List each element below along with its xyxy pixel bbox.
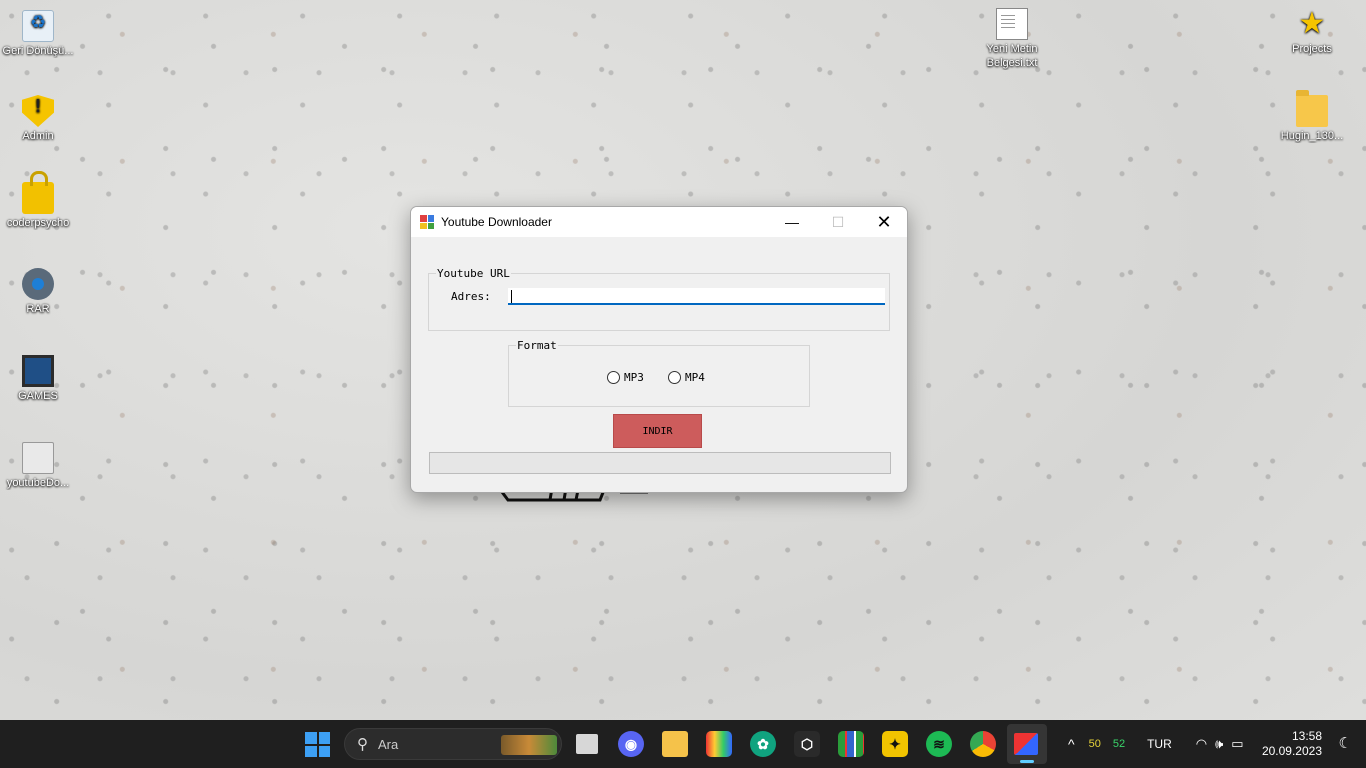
gear-icon (22, 268, 54, 300)
url-groupbox: Youtube URL Adres: (428, 267, 890, 331)
desktop-icon-text-document[interactable]: Yeni Metin Belgesi.txt (974, 8, 1050, 70)
desktop-icon-youtube-downloader[interactable]: youtubeDo... (0, 442, 76, 490)
mp4-label: MP4 (685, 371, 705, 384)
focus-moon-icon[interactable]: ☾ (1339, 734, 1352, 752)
app-icon (420, 215, 434, 229)
format-groupbox-legend: Format (516, 339, 558, 352)
clock-time: 13:58 (1291, 729, 1322, 743)
lock-icon (22, 171, 54, 214)
chatgpt-icon[interactable]: ✿ (750, 731, 776, 757)
desktop-icon-admin[interactable]: Admin (0, 95, 76, 143)
battery-icon[interactable]: ▭ (1231, 736, 1243, 752)
title-bar[interactable]: Youtube Downloader — ☐ ✕ (411, 207, 907, 237)
maximize-button[interactable]: ☐ (815, 207, 861, 237)
star-icon: ★ (1298, 7, 1326, 40)
minimize-button[interactable]: — (769, 207, 815, 237)
text-caret (511, 290, 512, 303)
download-progress-bar (429, 452, 891, 474)
search-icon: ⚲ (357, 736, 368, 753)
taskbar-search[interactable]: ⚲ Ara (344, 728, 562, 760)
url-input[interactable] (508, 288, 885, 305)
start-button[interactable] (305, 732, 330, 757)
drive-icon (22, 442, 54, 474)
desktop-icon-label: RAR (26, 303, 50, 315)
desktop-icon-label: Yeni Metin Belgesi.txt (986, 43, 1038, 69)
youtube-downloader-window: Youtube Downloader — ☐ ✕ Youtube URL Adr… (410, 206, 908, 493)
window-title: Youtube Downloader (441, 215, 552, 229)
discord-icon[interactable]: ◉ (618, 731, 644, 757)
file-explorer-icon[interactable] (662, 731, 688, 757)
desktop-icon-games[interactable]: GAMES (0, 355, 76, 403)
close-button[interactable]: ✕ (861, 207, 907, 237)
show-hidden-icons-button[interactable]: ^ (1068, 736, 1075, 752)
grid-app-icon[interactable] (838, 731, 864, 757)
monitor-icon (22, 355, 54, 387)
desktop-icon-projects[interactable]: ★ Projects (1274, 8, 1350, 56)
desktop-icon-rar[interactable]: RAR (0, 268, 76, 316)
address-label: Adres: (451, 290, 491, 303)
mp3-label: MP3 (624, 371, 644, 384)
desktop-icon-hugin[interactable]: Hugin_130... (1274, 90, 1350, 143)
format-groupbox: Format MP3 MP4 (508, 339, 810, 407)
desktop-icon-coderpsycho[interactable]: coderpsycho (0, 171, 76, 230)
mp4-option[interactable]: MP4 (668, 371, 705, 384)
desktop-icon-label: Hugin_130... (1280, 130, 1344, 142)
download-button[interactable]: INDIR (613, 414, 702, 448)
task-view-icon[interactable] (576, 734, 598, 754)
volume-icon[interactable]: 🕪 (1215, 736, 1223, 752)
mp4-radio[interactable] (668, 371, 681, 384)
windows-logo-icon (305, 732, 317, 744)
desktop-icon-recycle-bin[interactable]: Geri Dönüşü... (0, 10, 76, 58)
spotify-icon[interactable]: ≋ (926, 731, 952, 757)
paint-icon[interactable] (706, 731, 732, 757)
url-groupbox-legend: Youtube URL (436, 267, 511, 280)
cpu-temp[interactable]: 50 (1089, 738, 1101, 750)
youtube-downloader-app-icon[interactable] (1014, 733, 1038, 755)
wifi-icon[interactable]: ◠ (1196, 736, 1207, 752)
search-label: Ara (378, 736, 399, 752)
language-indicator[interactable]: TUR (1147, 737, 1172, 751)
mp3-radio[interactable] (607, 371, 620, 384)
text-document-icon (996, 8, 1028, 40)
chrome-icon[interactable] (970, 731, 996, 757)
desktop-icon-label: Geri Dönüşü... (2, 45, 74, 57)
clock-date: 20.09.2023 (1261, 744, 1322, 758)
desktop-icon-label: Admin (22, 130, 54, 142)
clock[interactable]: 13:58 20.09.2023 (1262, 729, 1322, 759)
search-highlight-art (501, 735, 557, 755)
recycle-bin-icon (22, 10, 54, 42)
desktop-icon-label: Projects (1292, 43, 1332, 55)
system-tray: ^ 50 52 TUR ◠ 🕪 ▭ (1064, 720, 1244, 768)
gpu-temp[interactable]: 52 (1113, 738, 1125, 750)
shield-warning-icon (22, 95, 54, 127)
desktop-icon-label: GAMES (18, 390, 58, 402)
framer-icon[interactable]: ✦ (882, 731, 908, 757)
taskbar: ⚲ Ara ◉ ✿ ⬡ ✦ ≋ ^ 50 52 TUR ◠ 🕪 ▭ 13:58 … (0, 720, 1366, 768)
unity-icon[interactable]: ⬡ (794, 731, 820, 757)
desktop-icon-label: coderpsycho (6, 217, 70, 229)
mp3-option[interactable]: MP3 (607, 371, 644, 384)
desktop-icon-label: youtubeDo... (6, 477, 70, 489)
folder-icon (1296, 90, 1328, 127)
